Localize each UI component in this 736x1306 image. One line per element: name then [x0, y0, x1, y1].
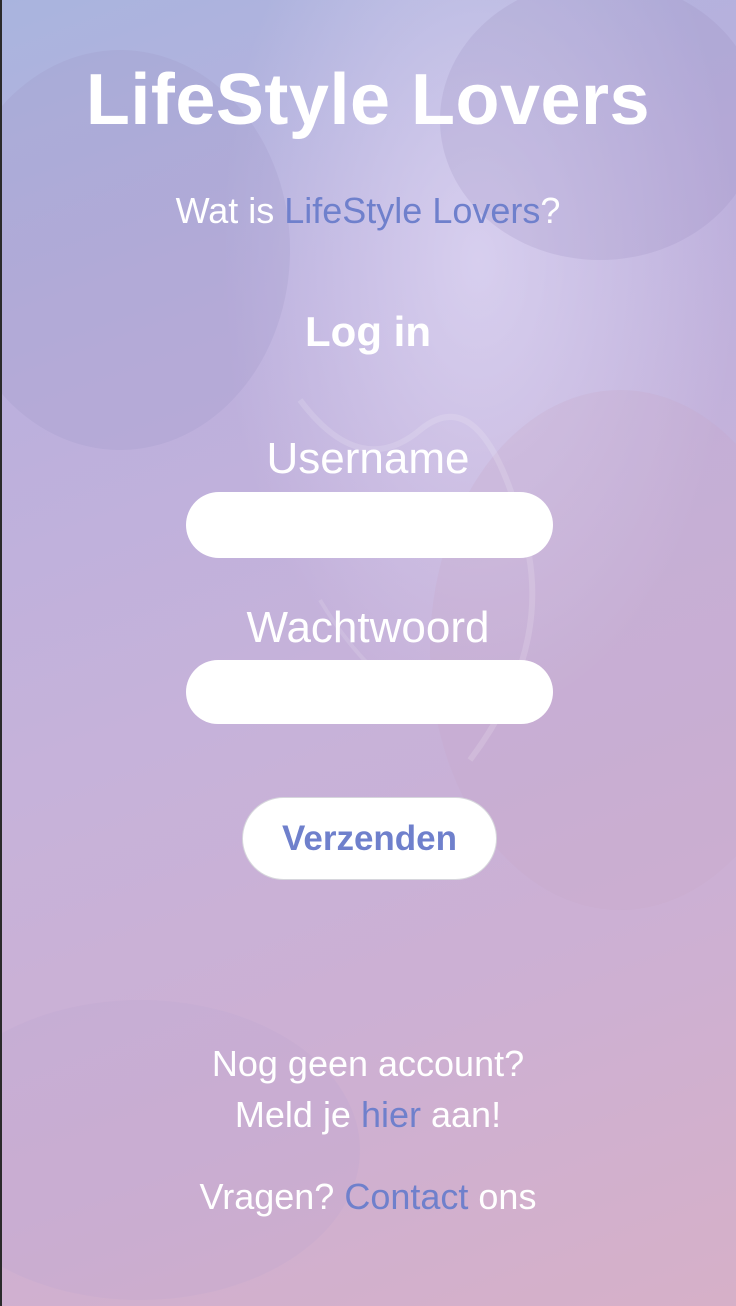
signup-prefix: Meld je [234, 1094, 361, 1135]
password-label: Wachtwoord [246, 603, 490, 652]
login-heading: Log in [305, 308, 431, 355]
contact-line: Vragen? Contact ons [0, 1176, 736, 1218]
contact-link[interactable]: Contact [344, 1176, 468, 1217]
signup-question: Nog geen account? [211, 1043, 525, 1084]
signup-suffix: aan! [421, 1094, 502, 1135]
username-input[interactable] [186, 492, 553, 558]
about-link[interactable]: LifeStyle Lovers [284, 190, 540, 231]
username-label: Username [266, 434, 470, 483]
window-edge [0, 0, 2, 1306]
login-page: LifeStyle Lovers Wat is LifeStyle Lovers… [0, 0, 736, 1306]
app-title: LifeStyle Lovers [85, 60, 651, 140]
signup-link[interactable]: hier [361, 1094, 421, 1135]
contact-prefix: Vragen? [199, 1176, 345, 1217]
submit-button[interactable]: Verzenden [242, 797, 497, 880]
contact-suffix: ons [468, 1176, 537, 1217]
tagline-prefix: Wat is [175, 190, 285, 231]
tagline: Wat is LifeStyle Lovers? [0, 190, 736, 232]
tagline-suffix: ? [540, 190, 561, 231]
signup-line: Meld je hier aan! [0, 1094, 736, 1136]
password-input[interactable] [186, 660, 553, 724]
